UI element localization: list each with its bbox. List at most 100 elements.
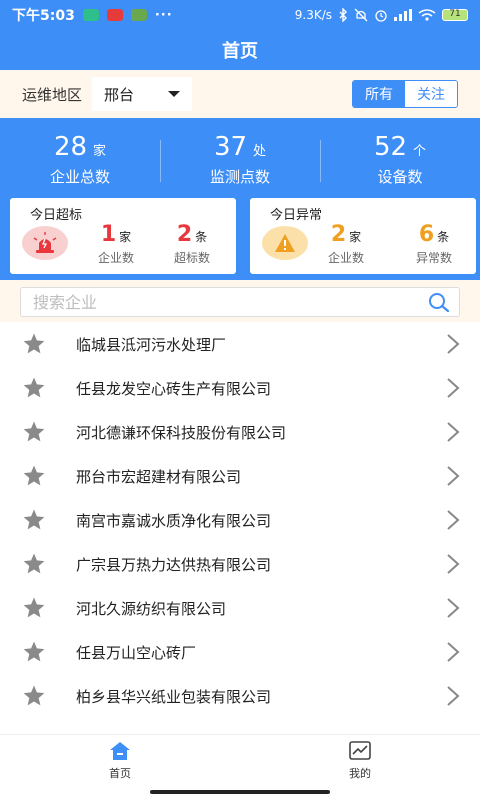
- stat-value: 52: [373, 132, 408, 162]
- exceed-enterprise-metric: 1 家 企业数: [86, 222, 146, 266]
- red-app-icon: [106, 9, 123, 21]
- company-list-item[interactable]: 任县龙发空心砖生产有限公司: [0, 366, 480, 410]
- chevron-right-icon: [447, 422, 460, 442]
- metric-label: 异常数: [415, 251, 452, 265]
- abnormal-enterprise-metric: 2 家 企业数: [316, 222, 376, 266]
- shield-app-icon: [82, 9, 99, 21]
- company-name: 任县万山空心砖厂: [76, 643, 197, 662]
- tab-home[interactable]: 首页: [0, 735, 240, 786]
- company-list: 临城县泜河污水处理厂任县龙发空心砖生产有限公司河北德谦环保科技股份有限公司邢台市…: [0, 322, 480, 734]
- company-list-item[interactable]: 临城县泜河污水处理厂: [0, 322, 480, 366]
- metric-value: 2: [176, 222, 193, 247]
- company-name: 南宫市嘉诚水质净化有限公司: [76, 511, 272, 530]
- page-title: 首页: [0, 30, 480, 70]
- favorite-star-icon[interactable]: [22, 464, 46, 488]
- home-indicator: [150, 790, 330, 794]
- signal-icon: [394, 9, 412, 21]
- net-speed: 9.3K/s: [294, 8, 332, 22]
- tab-label: 我的: [349, 767, 371, 780]
- chevron-right-icon: [447, 686, 460, 706]
- stat-enterprise-total[interactable]: 28 家 企业总数: [0, 132, 160, 196]
- favorite-star-icon[interactable]: [22, 552, 46, 576]
- abnormal-count-metric: 6 条 异常数: [404, 222, 464, 266]
- stat-monitor-points[interactable]: 37 处 监测点数: [160, 132, 320, 196]
- chevron-right-icon: [447, 378, 460, 398]
- stat-label: 监测点数: [209, 168, 270, 186]
- stat-value: 28: [53, 132, 88, 162]
- wifi-icon: [418, 9, 436, 21]
- company-name: 任县龙发空心砖生产有限公司: [76, 379, 272, 398]
- favorite-star-icon[interactable]: [22, 508, 46, 532]
- chevron-right-icon: [447, 334, 460, 354]
- metric-unit: 家: [349, 230, 362, 244]
- company-list-item[interactable]: 河北德谦环保科技股份有限公司: [0, 410, 480, 454]
- caret-down-icon: [168, 91, 181, 97]
- region-label: 运维地区: [22, 85, 83, 104]
- search-box: [20, 287, 460, 317]
- chevron-right-icon: [447, 598, 460, 618]
- stat-unit: 处: [253, 144, 267, 159]
- search-input[interactable]: [33, 292, 427, 312]
- company-list-item[interactable]: 广宗县万热力达供热有限公司: [0, 542, 480, 586]
- bluetooth-icon: [339, 8, 347, 22]
- metric-value: 1: [100, 222, 117, 247]
- alarm-icon: [375, 10, 387, 22]
- toggle-all-button[interactable]: 所有: [353, 81, 405, 107]
- favorite-star-icon[interactable]: [22, 420, 46, 444]
- exceed-count-metric: 2 条 超标数: [162, 222, 222, 266]
- stat-label: 企业总数: [49, 168, 110, 186]
- chevron-right-icon: [447, 554, 460, 574]
- mute-icon: [354, 8, 368, 22]
- favorite-star-icon[interactable]: [22, 640, 46, 664]
- company-list-item[interactable]: 邢台市宏超建材有限公司: [0, 454, 480, 498]
- metric-unit: 家: [119, 230, 132, 244]
- chevron-right-icon: [447, 466, 460, 486]
- metric-label: 企业数: [327, 251, 364, 265]
- chevron-right-icon: [447, 510, 460, 530]
- tab-mine[interactable]: 我的: [240, 735, 480, 786]
- metric-value: 2: [330, 222, 347, 247]
- abnormal-today-card[interactable]: 今日异常 2 家 企业数 6 条 异常数: [250, 198, 476, 274]
- metric-label: 企业数: [97, 251, 134, 265]
- battery-icon: 71: [442, 9, 468, 21]
- scope-toggle: 所有 关注: [352, 80, 458, 108]
- company-list-item[interactable]: 南宫市嘉诚水质净化有限公司: [0, 498, 480, 542]
- company-name: 柏乡县华兴纸业包装有限公司: [76, 687, 272, 706]
- metric-value: 6: [418, 222, 435, 247]
- stat-unit: 家: [93, 144, 107, 159]
- search-bar: [0, 280, 480, 322]
- company-name: 邢台市宏超建材有限公司: [76, 467, 242, 486]
- warning-icon: [262, 226, 308, 260]
- tab-label: 首页: [109, 767, 131, 780]
- card-title: 今日超标: [30, 208, 83, 223]
- card-title: 今日异常: [270, 208, 323, 223]
- company-list-item[interactable]: 任县万山空心砖厂: [0, 630, 480, 674]
- region-dropdown[interactable]: 邢台: [92, 77, 193, 111]
- favorite-star-icon[interactable]: [22, 596, 46, 620]
- chevron-right-icon: [447, 642, 460, 662]
- favorite-star-icon[interactable]: [22, 332, 46, 356]
- metric-unit: 条: [195, 230, 208, 244]
- favorite-star-icon[interactable]: [22, 376, 46, 400]
- stat-devices[interactable]: 52 个 设备数: [320, 132, 480, 196]
- more-notifications-icon: ···: [154, 7, 173, 23]
- status-time: 下午5:03: [12, 8, 75, 24]
- company-name: 临城县泜河污水处理厂: [76, 335, 227, 354]
- favorite-star-icon[interactable]: [22, 684, 46, 708]
- toggle-followed-button[interactable]: 关注: [405, 81, 457, 107]
- company-name: 河北久源纺织有限公司: [76, 599, 227, 618]
- leaf-app-icon: [130, 9, 147, 21]
- chart-icon: [349, 741, 371, 760]
- alarm-light-icon: [22, 226, 68, 260]
- stat-unit: 个: [413, 144, 427, 159]
- search-icon[interactable]: [427, 291, 451, 313]
- company-list-item[interactable]: 柏乡县华兴纸业包装有限公司: [0, 674, 480, 718]
- region-value: 邢台: [104, 85, 135, 104]
- bottom-tab-bar: 首页 我的: [0, 734, 480, 786]
- exceed-today-card[interactable]: 今日超标 1 家 企业数 2 条 超标数: [10, 198, 236, 274]
- company-list-item[interactable]: 河北久源纺织有限公司: [0, 586, 480, 630]
- home-icon: [110, 742, 130, 760]
- metric-label: 超标数: [173, 251, 210, 265]
- stat-value: 37: [213, 132, 248, 162]
- status-bar: 下午5:03 ··· 9.3K/s 71: [0, 0, 480, 30]
